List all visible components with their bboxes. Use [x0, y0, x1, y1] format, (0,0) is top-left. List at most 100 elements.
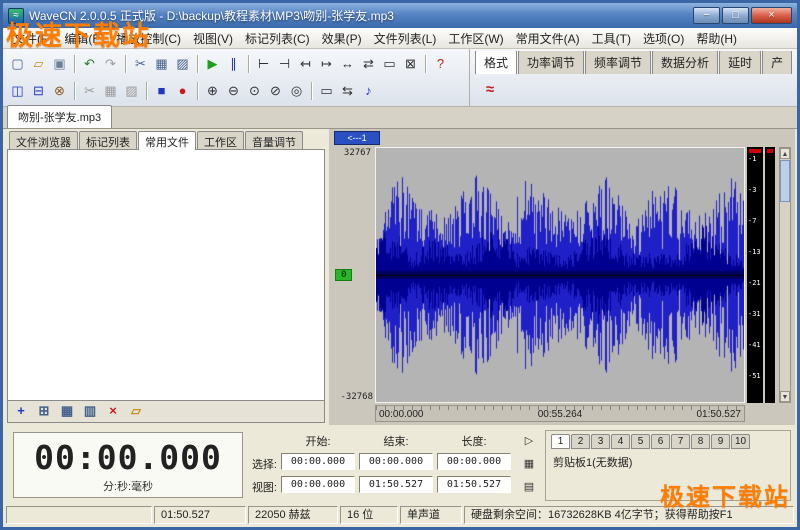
mix-paste-icon[interactable]: ▦ [100, 80, 121, 101]
clipboard-tab-8[interactable]: 8 [691, 434, 710, 449]
clipboard-tab-2[interactable]: 2 [571, 434, 590, 449]
menu-item-9[interactable]: 工具(T) [586, 28, 637, 49]
import-file-icon[interactable]: ▣ [49, 53, 70, 74]
redo-icon[interactable]: ↷ [100, 53, 121, 74]
paste-new-icon[interactable]: ▨ [121, 80, 142, 101]
waveform-display[interactable] [375, 147, 745, 403]
left-tab-1[interactable]: 标记列表 [79, 131, 137, 150]
clipboard-tab-10[interactable]: 10 [731, 434, 750, 449]
maximize-button[interactable]: □ [722, 7, 749, 24]
menu-item-11[interactable]: 帮助(H) [690, 28, 743, 49]
close-file-icon[interactable]: ⊗ [49, 80, 70, 101]
menu-item-5[interactable]: 效果(P) [316, 28, 368, 49]
timeline-ruler[interactable]: 00:00.000 00:55.264 01:50.527 [375, 405, 745, 422]
side-tab-2[interactable]: 频率调节 [585, 51, 651, 74]
waveform-canvas[interactable] [376, 148, 744, 402]
menu-item-8[interactable]: 常用文件(A) [510, 28, 586, 49]
clipboard-tab-6[interactable]: 6 [651, 434, 670, 449]
clipboard-tab-9[interactable]: 9 [711, 434, 730, 449]
vertical-scrollbar[interactable]: ▲ ▼ [779, 147, 791, 403]
view-start-field[interactable]: 00:00.000 [281, 476, 355, 493]
scroll-down-icon[interactable]: ▼ [780, 391, 790, 402]
menu-item-3[interactable]: 视图(V) [187, 28, 239, 49]
scroll-view-icon[interactable]: ⇆ [337, 80, 358, 101]
zoom-full-icon[interactable]: ⊘ [265, 80, 286, 101]
clipboard-tab-5[interactable]: 5 [631, 434, 650, 449]
toolbar-separator [197, 82, 198, 100]
mini-play-button[interactable]: ▷ [521, 434, 537, 450]
clipboard-tab-1[interactable]: 1 [551, 434, 570, 449]
undo-icon[interactable]: ↶ [79, 53, 100, 74]
paste-icon[interactable]: ▨ [172, 53, 193, 74]
magnifier-icon[interactable]: ◎ [286, 80, 307, 101]
left-tab-4[interactable]: 音量调节 [245, 131, 303, 150]
help-icon[interactable]: ? [430, 53, 451, 74]
clipboard-tab-7[interactable]: 7 [671, 434, 690, 449]
monitor-icon[interactable]: ♪ [358, 80, 379, 101]
zoom-window-icon[interactable]: ⊙ [244, 80, 265, 101]
scroll-up-icon[interactable]: ▲ [780, 148, 790, 159]
view-end-field[interactable]: 01:50.527 [359, 476, 433, 493]
record-icon[interactable]: ● [172, 80, 193, 101]
nudge-right-icon[interactable]: ↦ [316, 53, 337, 74]
new-file-icon[interactable]: ▢ [7, 53, 28, 74]
selection-length-field[interactable]: 00:00.000 [437, 453, 511, 470]
browse-folder-icon[interactable]: ▱ [126, 403, 146, 420]
save-file-icon[interactable]: ◫ [7, 80, 28, 101]
side-tab-4[interactable]: 延时 [719, 51, 761, 74]
menu-item-7[interactable]: 工作区(W) [442, 28, 509, 49]
scale-zero-label: 0 [335, 269, 352, 281]
swap-selection-icon[interactable]: ⇄ [358, 53, 379, 74]
common-files-list[interactable] [7, 149, 325, 401]
scrollbar-thumb[interactable] [780, 160, 790, 202]
stop-icon[interactable]: ■ [151, 80, 172, 101]
mini-list-button[interactable]: ▤ [521, 480, 537, 496]
side-tab-5[interactable]: 产 [762, 51, 792, 74]
minimize-button[interactable]: − [693, 7, 720, 24]
remove-item-icon[interactable]: × [103, 403, 123, 420]
select-end-icon[interactable]: ⊣ [274, 53, 295, 74]
left-panel-tabs: 文件浏览器标记列表常用文件工作区音量调节 [7, 131, 325, 150]
add-file-item-icon[interactable]: ⊞ [34, 403, 54, 420]
selection-box-icon[interactable]: ▭ [379, 53, 400, 74]
left-tab-3[interactable]: 工作区 [197, 131, 244, 150]
mini-grid-button[interactable]: ▦ [521, 457, 537, 473]
left-tab-0[interactable]: 文件浏览器 [9, 131, 78, 150]
toolbar-separator [74, 82, 75, 100]
view-box-icon[interactable]: ▭ [316, 80, 337, 101]
pause-icon[interactable]: ∥ [223, 53, 244, 74]
trim-icon[interactable]: ✂ [79, 80, 100, 101]
effect-wave-icon[interactable]: ≈ [478, 79, 502, 101]
select-all-icon[interactable]: ↔ [337, 53, 358, 74]
copy-icon[interactable]: ▦ [151, 53, 172, 74]
clipboard-tab-4[interactable]: 4 [611, 434, 630, 449]
channel-nav-button[interactable]: <---1 [334, 131, 380, 145]
select-start-icon[interactable]: ⊢ [253, 53, 274, 74]
open-file-icon[interactable]: ▱ [28, 53, 49, 74]
menu-item-4[interactable]: 标记列表(C) [239, 28, 316, 49]
play-icon[interactable]: ▶ [202, 53, 223, 74]
zoom-in-icon[interactable]: ⊕ [202, 80, 223, 101]
side-tab-3[interactable]: 数据分析 [652, 51, 718, 74]
cut-icon[interactable]: ✂ [130, 53, 151, 74]
zoom-selection-icon[interactable]: ⊠ [400, 53, 421, 74]
save-all-icon[interactable]: ⊟ [28, 80, 49, 101]
menu-item-6[interactable]: 文件列表(L) [368, 28, 443, 49]
left-tab-2[interactable]: 常用文件 [138, 131, 196, 150]
selection-start-field[interactable]: 00:00.000 [281, 453, 355, 470]
selection-end-field[interactable]: 00:00.000 [359, 453, 433, 470]
side-tab-0[interactable]: 格式 [475, 51, 517, 74]
clipboard-tab-3[interactable]: 3 [591, 434, 610, 449]
zoom-out-icon[interactable]: ⊖ [223, 80, 244, 101]
duplicate-item-icon[interactable]: ▦ [57, 403, 77, 420]
menu-item-10[interactable]: 选项(O) [637, 28, 690, 49]
file-tab-0[interactable]: 吻别-张学友.mp3 [7, 105, 112, 128]
side-tab-1[interactable]: 功率调节 [518, 51, 584, 74]
close-button[interactable]: × [751, 7, 792, 24]
export-item-icon[interactable]: ▥ [80, 403, 100, 420]
add-item-icon[interactable]: + [11, 403, 31, 420]
view-length-field[interactable]: 01:50.527 [437, 476, 511, 493]
timeline-middle-label: 00:55.264 [538, 409, 583, 420]
scale-min-label: -32768 [340, 392, 373, 402]
nudge-left-icon[interactable]: ↤ [295, 53, 316, 74]
